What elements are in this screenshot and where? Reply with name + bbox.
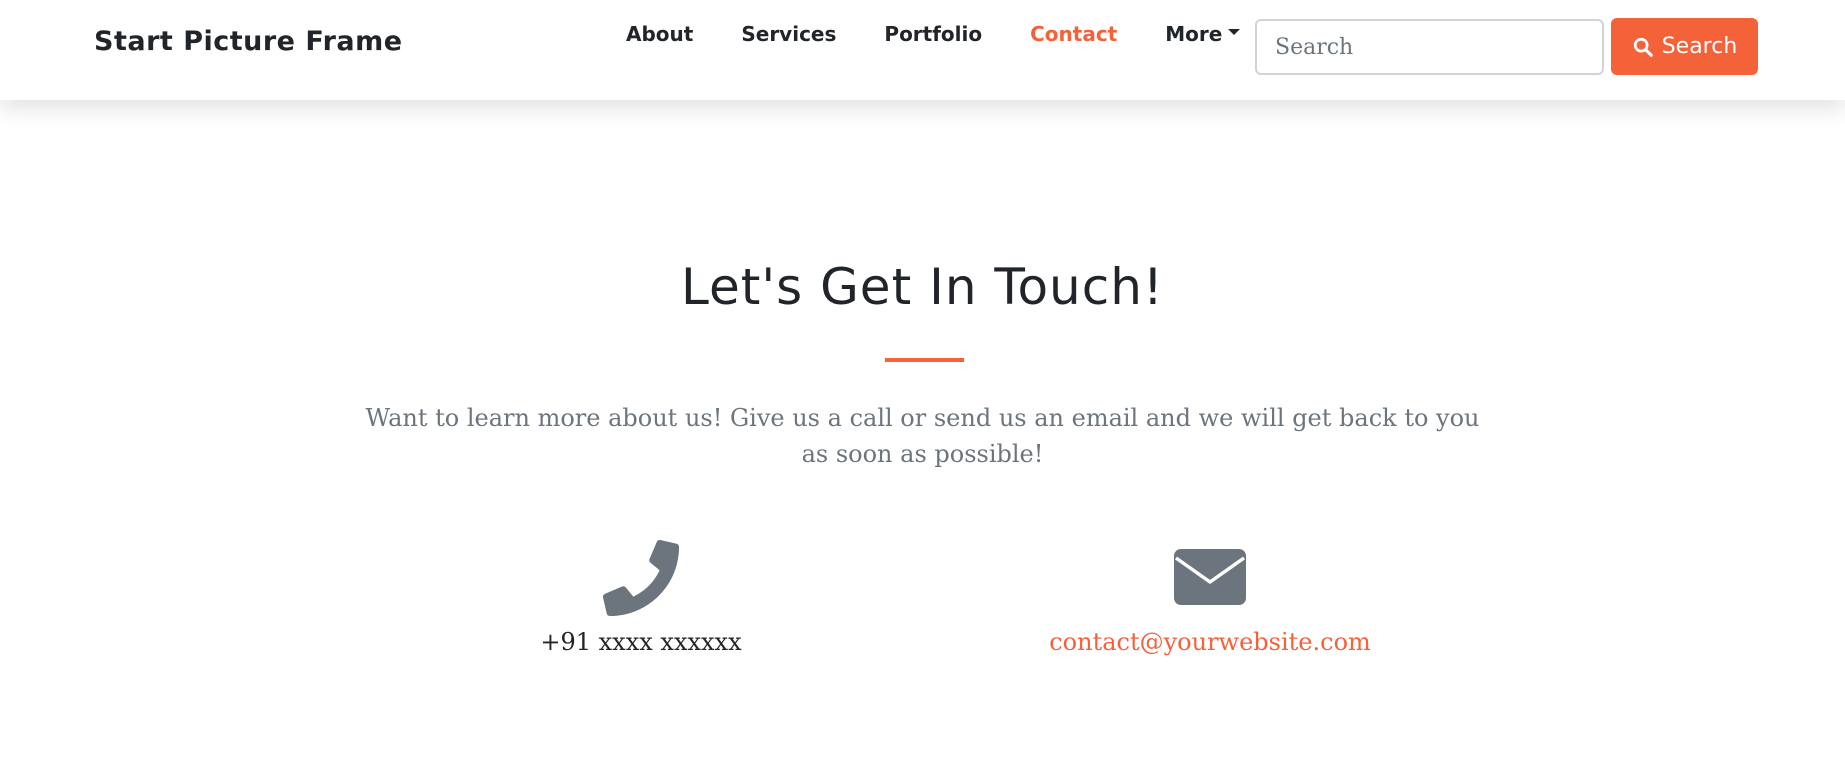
caret-down-icon [1228, 29, 1241, 35]
heading-divider [885, 358, 964, 362]
contact-heading: Let's Get In Touch! [681, 258, 1164, 316]
nav-dropdown-more-label: More [1165, 22, 1223, 46]
email-link[interactable]: contact@yourwebsite.com [1049, 624, 1371, 660]
search-button-label: Search [1661, 34, 1738, 59]
envelope-icon [1174, 549, 1246, 605]
phone-icon [603, 540, 679, 616]
phone-contact: +91 xxxx xxxxxx [391, 540, 891, 660]
contact-lead-text: Want to learn more about us! Give us a c… [365, 404, 1480, 468]
nav-link-contact[interactable]: Contact [1030, 22, 1117, 46]
contact-section: Let's Get In Touch! Want to learn more a… [0, 100, 1845, 782]
nav-links: About Services Portfolio Contact More [626, 19, 1241, 49]
search-icon [1633, 37, 1653, 57]
brand-logo-text[interactable]: Start Picture Frame [94, 26, 403, 57]
email-contact: contact@yourwebsite.com [960, 540, 1460, 660]
nav-link-portfolio[interactable]: Portfolio [884, 22, 982, 46]
search-input[interactable] [1255, 19, 1604, 75]
top-navbar: Start Picture Frame About Services Portf… [0, 0, 1845, 100]
nav-link-services[interactable]: Services [741, 22, 836, 46]
nav-link-about[interactable]: About [626, 22, 693, 46]
nav-dropdown-more[interactable]: More [1165, 22, 1241, 46]
phone-number: +91 xxxx xxxxxx [540, 628, 742, 656]
search-button[interactable]: Search [1611, 18, 1758, 75]
